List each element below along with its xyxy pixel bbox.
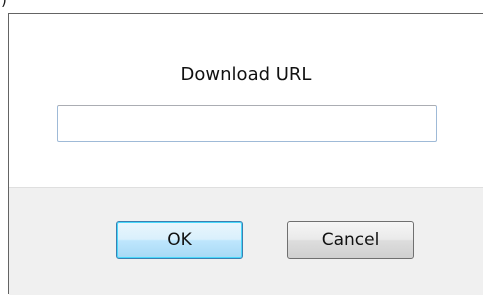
- cancel-button[interactable]: Cancel: [287, 221, 414, 259]
- dialog-button-bar: OK Cancel: [9, 188, 483, 295]
- window-title-bar: ): [0, 0, 483, 13]
- dialog-label: Download URL: [180, 64, 312, 85]
- download-url-dialog: Download URL OK Cancel: [8, 13, 483, 295]
- ok-button[interactable]: OK: [116, 221, 243, 259]
- download-url-input[interactable]: [57, 105, 437, 142]
- dialog-content: Download URL: [9, 14, 483, 187]
- window-title-fragment: ): [1, 0, 7, 9]
